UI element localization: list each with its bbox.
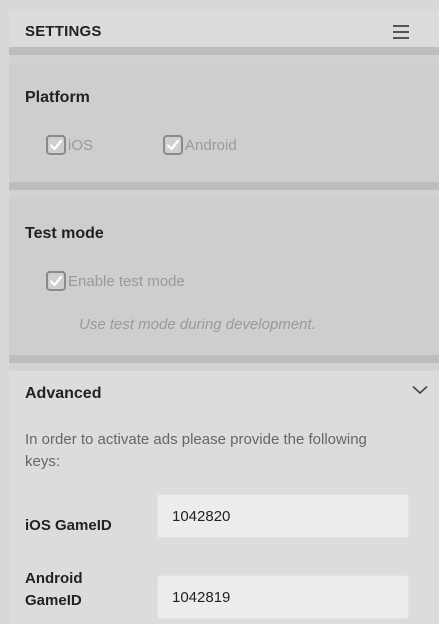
checkbox-checked-icon (46, 271, 66, 291)
test-mode-title: Test mode (25, 225, 104, 242)
ios-label: iOS (68, 136, 94, 154)
ios-checkbox[interactable]: iOS (46, 135, 93, 155)
ios-gameid-input[interactable] (157, 494, 409, 538)
platform-title: Platform (25, 89, 90, 106)
android-label: Android (185, 136, 237, 154)
settings-header: SETTINGS (9, 10, 439, 55)
ios-gameid-label: iOS GameID (25, 517, 112, 534)
platform-section: Platform iOS Android (9, 63, 439, 190)
checkbox-checked-icon (163, 135, 183, 155)
hamburger-menu-icon[interactable] (393, 24, 409, 40)
settings-title: SETTINGS (25, 23, 102, 40)
advanced-section: Advanced In order to activate ads please… (9, 371, 439, 624)
enable-test-mode-checkbox[interactable]: Enable test mode (46, 271, 185, 291)
test-mode-section: Test mode Enable test mode Use test mode… (9, 198, 439, 363)
test-mode-hint: Use test mode during development. (79, 316, 316, 333)
android-checkbox[interactable]: Android (163, 135, 237, 155)
enable-test-mode-label: Enable test mode (68, 272, 185, 290)
checkbox-checked-icon (46, 135, 66, 155)
settings-panel: SETTINGS Platform iOS Android Test mode (9, 10, 439, 624)
chevron-down-icon[interactable] (412, 385, 428, 395)
android-gameid-label: Android GameID (25, 570, 83, 609)
advanced-description: In order to activate ads please provide … (25, 431, 367, 470)
advanced-title[interactable]: Advanced (25, 385, 101, 403)
android-gameid-input[interactable] (157, 575, 409, 619)
